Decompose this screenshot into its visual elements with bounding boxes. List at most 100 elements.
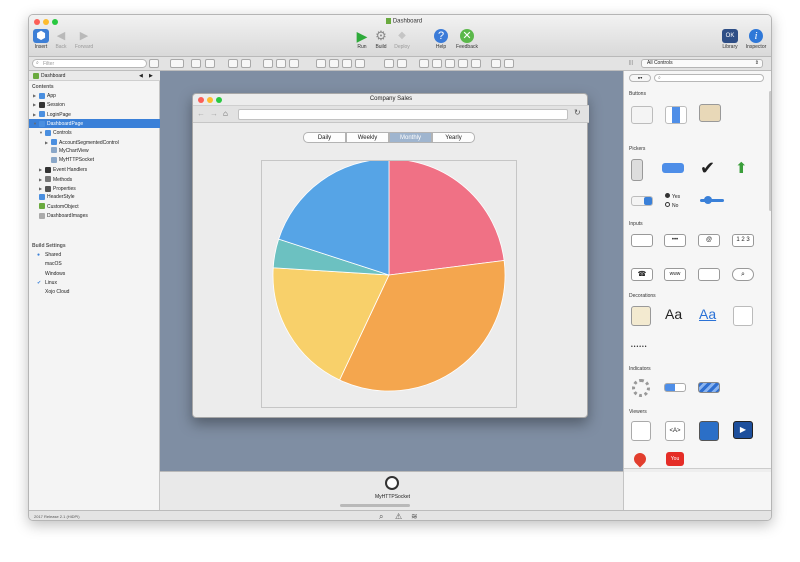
listbox-control[interactable] — [631, 421, 651, 441]
navigator-filter-field[interactable]: ⌕ Filter — [32, 59, 147, 68]
textfield-control[interactable] — [631, 234, 653, 247]
wifi-icon[interactable]: ≋ — [411, 512, 418, 520]
build-item-xojo-cloud[interactable]: Xojo Cloud — [29, 288, 160, 297]
movieplayer-control[interactable]: ▶ — [733, 421, 753, 439]
nav-item-session[interactable]: ▶ Session — [29, 100, 160, 109]
number-field-control[interactable]: 1 2 3 — [732, 234, 754, 247]
slider-control[interactable] — [700, 196, 724, 204]
nav-item-event-handlers[interactable]: ▶ Event Handlers — [29, 165, 160, 174]
slider-indicator-control[interactable] — [698, 382, 720, 393]
progress-bar-control[interactable] — [664, 383, 686, 392]
insert-button[interactable]: ⬢ Insert — [31, 29, 51, 50]
build-item-shared[interactable]: ● Shared — [29, 251, 160, 260]
build-item-macos[interactable]: macOS — [29, 260, 160, 269]
home-icon[interactable]: ⌂ — [223, 109, 228, 118]
order-tool-4[interactable] — [355, 59, 365, 68]
nav-item-account-segmented-control[interactable]: ▶ AccountSegmentedControl — [29, 138, 160, 147]
nav-item-app[interactable]: ▶ App — [29, 91, 160, 100]
inspector-button[interactable]: i Inspector — [742, 29, 770, 50]
separator-control[interactable]: •••••• — [631, 344, 648, 350]
order-tool-1[interactable] — [316, 59, 326, 68]
build-item-windows[interactable]: Windows — [29, 270, 160, 279]
url-field-control[interactable]: www — [664, 268, 686, 281]
align-center-button[interactable] — [432, 59, 442, 68]
library-search-field[interactable]: ⌕ — [654, 74, 764, 82]
nav-forward-icon[interactable]: ▶ — [149, 71, 153, 81]
align-top-button[interactable] — [458, 59, 468, 68]
library-button[interactable]: OK Library — [719, 29, 741, 50]
library-splitter[interactable] — [624, 468, 771, 472]
nav-item-properties[interactable]: ▶ Properties — [29, 184, 160, 193]
popup-menu-control[interactable] — [631, 196, 653, 206]
nav-item-login-page[interactable]: ▶ LoginPage — [29, 110, 160, 119]
nav-item-my-http-socket[interactable]: MyHTTPSocket — [29, 156, 160, 165]
segment-monthly[interactable]: Monthly — [389, 132, 432, 143]
align-left-button[interactable] — [419, 59, 429, 68]
browser-forward-icon[interactable]: → — [210, 109, 218, 118]
build-item-linux[interactable]: ✔ Linux — [29, 279, 160, 288]
deploy-button[interactable]: ◆ Deploy — [391, 29, 413, 50]
label-control[interactable]: Aa — [665, 306, 682, 322]
back-button[interactable]: ◀ Back — [51, 29, 71, 50]
upload-control[interactable]: ⬆ — [735, 159, 748, 177]
text-area-control[interactable] — [698, 268, 720, 281]
feedback-button[interactable]: ✕ Feedback — [453, 29, 481, 50]
pushbutton-control[interactable] — [631, 106, 653, 124]
nav-item-dashboard-page[interactable]: ▼ DashboardPage — [29, 118, 160, 128]
zoom-window-button[interactable] — [52, 19, 58, 25]
nav-item-my-chart-view[interactable]: MyChartView — [29, 147, 160, 156]
browser-back-icon[interactable]: ← — [197, 109, 205, 118]
close-window-button[interactable] — [34, 19, 40, 25]
library-filter-popup[interactable]: All Controls ⇕ — [641, 59, 763, 68]
imageviewer-control[interactable] — [699, 421, 719, 441]
forward-button[interactable]: ▶ Forward — [71, 29, 97, 50]
nav-item-controls[interactable]: ▼ Controls — [29, 128, 160, 137]
library-settings-button[interactable]: ●▾ — [629, 74, 651, 82]
updown-arrows-control[interactable] — [631, 159, 643, 181]
nav-item-custom-object[interactable]: CustomObject — [29, 203, 160, 212]
date-picker-control[interactable] — [662, 163, 684, 173]
youtube-icon[interactable]: You — [666, 452, 684, 466]
size-tool-1[interactable] — [384, 59, 394, 68]
align-right-button[interactable] — [445, 59, 455, 68]
checkbox-control[interactable]: ✔ — [700, 159, 715, 177]
nav-back-icon[interactable]: ◀ — [139, 71, 143, 81]
layout-tool-1[interactable] — [191, 59, 201, 68]
layout-tool-2[interactable] — [205, 59, 215, 68]
segment-daily[interactable]: Daily — [303, 132, 346, 143]
nav-item-methods[interactable]: ▶ Methods — [29, 175, 160, 184]
email-field-control[interactable]: @ — [698, 234, 720, 247]
library-scrollbar[interactable] — [769, 91, 771, 211]
warning-icon[interactable]: ⚠ — [395, 512, 402, 520]
address-field[interactable] — [238, 109, 568, 120]
run-button[interactable]: ▶ Run — [353, 29, 371, 50]
build-button[interactable]: ⚙ Build — [372, 29, 390, 51]
order-tool-2[interactable] — [329, 59, 339, 68]
navigator-options-button[interactable] — [149, 59, 159, 68]
arrange-tool-3[interactable] — [289, 59, 299, 68]
nav-item-dashboard-images[interactable]: DashboardImages — [29, 212, 160, 221]
progress-wheel-control[interactable] — [632, 379, 650, 397]
reload-icon[interactable]: ↻ — [574, 108, 581, 117]
segmented-control[interactable] — [665, 106, 687, 124]
socket-icon[interactable] — [385, 476, 399, 490]
distribute-v-button[interactable] — [504, 59, 514, 68]
phone-field-control[interactable]: ☎ — [631, 268, 653, 281]
search-field-control[interactable]: ⌕ — [732, 268, 754, 281]
edit-tool-2[interactable] — [241, 59, 251, 68]
toolbar-control[interactable] — [699, 104, 721, 122]
size-tool-2[interactable] — [397, 59, 407, 68]
rectangle-control[interactable] — [733, 306, 753, 326]
nav-item-header-style[interactable]: HeaderStyle — [29, 193, 160, 202]
segment-yearly[interactable]: Yearly — [432, 132, 475, 143]
pie-slice[interactable] — [388, 158, 505, 276]
arrange-tool-1[interactable] — [263, 59, 273, 68]
search-icon[interactable]: ⌕ — [379, 512, 383, 520]
edit-tool-1[interactable] — [228, 59, 238, 68]
order-tool-3[interactable] — [342, 59, 352, 68]
map-pin-icon[interactable] — [631, 450, 649, 468]
align-bottom-button[interactable] — [471, 59, 481, 68]
minimize-window-button[interactable] — [43, 19, 49, 25]
segment-weekly[interactable]: Weekly — [346, 132, 389, 143]
htmlviewer-control[interactable]: <A> — [665, 421, 685, 441]
